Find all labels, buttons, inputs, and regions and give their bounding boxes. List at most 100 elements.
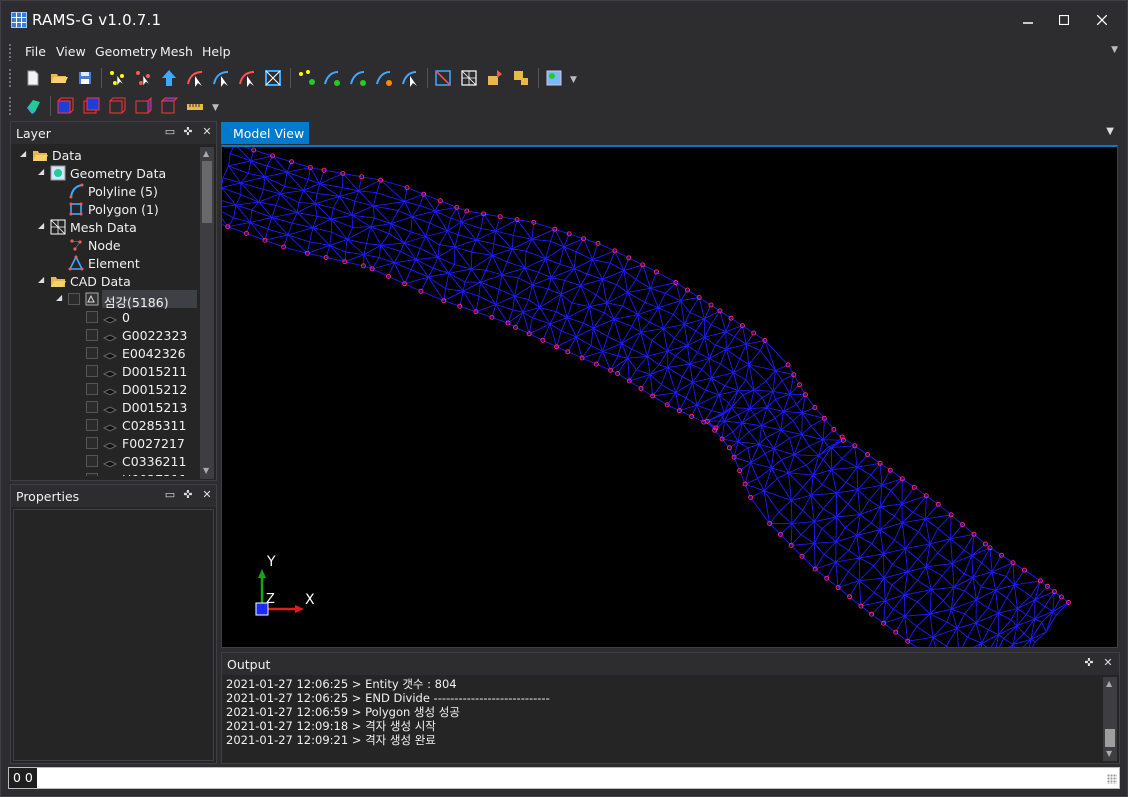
- view-left-icon[interactable]: [107, 96, 127, 116]
- menu-help[interactable]: Help: [202, 44, 231, 59]
- toolbar-overflow-icon[interactable]: ▼: [570, 75, 577, 85]
- polyline-edit-icon[interactable]: [211, 68, 231, 88]
- tree-item[interactable]: D0015211: [12, 362, 197, 380]
- point-deselect-icon[interactable]: [133, 68, 153, 88]
- toolbar-main: ▼: [8, 65, 598, 91]
- pin-icon[interactable]: ✜: [181, 488, 195, 502]
- curve-add-icon[interactable]: [348, 68, 368, 88]
- layer-checkbox[interactable]: [86, 455, 98, 467]
- panel-maximize-icon[interactable]: ▭: [163, 125, 177, 139]
- curve-edit-icon[interactable]: [374, 68, 394, 88]
- panel-maximize-icon[interactable]: ▭: [163, 488, 177, 502]
- pin-icon[interactable]: ✜: [1082, 656, 1096, 670]
- expand-arrow-icon[interactable]: ◢: [38, 221, 44, 230]
- menu-mesh[interactable]: Mesh: [160, 44, 193, 59]
- curve-move-icon[interactable]: [400, 68, 420, 88]
- scroll-thumb[interactable]: [1105, 729, 1115, 747]
- arrow-up-icon[interactable]: [159, 68, 179, 88]
- layer-checkbox[interactable]: [68, 293, 80, 305]
- layer-checkbox[interactable]: [86, 383, 98, 395]
- menu-file[interactable]: File: [25, 44, 46, 59]
- view-front-icon[interactable]: [55, 96, 75, 116]
- menu-geometry[interactable]: Geometry: [95, 44, 157, 59]
- model-view-canvas[interactable]: Y X Z: [221, 145, 1118, 648]
- polyline-join-icon[interactable]: [263, 68, 283, 88]
- layer-checkbox[interactable]: [86, 437, 98, 449]
- layer-checkbox[interactable]: [86, 347, 98, 359]
- scroll-up-icon[interactable]: ▲: [1106, 679, 1112, 688]
- tab-model-view[interactable]: Model View: [221, 122, 309, 144]
- layer-checkbox[interactable]: [86, 365, 98, 377]
- tree-item[interactable]: ◢ Geometry Data: [12, 164, 197, 182]
- tree-item[interactable]: F0027217: [12, 434, 197, 452]
- tree-item[interactable]: Polyline (5): [12, 182, 197, 200]
- tree-item[interactable]: H0027211: [12, 470, 197, 476]
- close-icon[interactable]: ✕: [1101, 656, 1115, 670]
- expand-arrow-icon[interactable]: ◢: [38, 167, 44, 176]
- layer-checkbox[interactable]: [86, 419, 98, 431]
- resize-grip-icon[interactable]: [1107, 774, 1117, 784]
- title-bar[interactable]: RAMS-G v1.0.7.1: [1, 1, 1127, 37]
- scroll-down-icon[interactable]: ▼: [203, 466, 209, 475]
- point-select-icon[interactable]: [107, 68, 127, 88]
- polyline-break-icon[interactable]: [237, 68, 257, 88]
- maximize-button[interactable]: [1045, 6, 1083, 34]
- layer-checkbox[interactable]: [86, 311, 98, 323]
- view-icon[interactable]: [544, 68, 564, 88]
- view-top-icon[interactable]: [159, 96, 179, 116]
- layer-checkbox[interactable]: [86, 473, 98, 476]
- save-icon[interactable]: [75, 68, 95, 88]
- tree-item-label: Element: [88, 256, 140, 271]
- scroll-thumb[interactable]: [202, 161, 212, 223]
- layer-scrollbar[interactable]: ▲ ▼: [200, 147, 214, 479]
- view-right-icon[interactable]: [133, 96, 153, 116]
- export-icon[interactable]: [511, 68, 531, 88]
- node-add-icon[interactable]: [322, 68, 342, 88]
- tree-item[interactable]: ◢ Data: [12, 146, 197, 164]
- tab-dropdown-icon[interactable]: ▼: [1106, 126, 1114, 137]
- menu-grip[interactable]: [8, 43, 12, 61]
- tree-item[interactable]: C0336211: [12, 452, 197, 470]
- close-button[interactable]: [1083, 6, 1121, 34]
- tree-item[interactable]: D0015213: [12, 398, 197, 416]
- scroll-up-icon[interactable]: ▲: [203, 149, 209, 158]
- open-folder-icon[interactable]: [49, 68, 69, 88]
- ruler-icon[interactable]: [185, 96, 205, 116]
- menu-view[interactable]: View: [56, 44, 86, 59]
- expand-arrow-icon[interactable]: ◢: [56, 293, 62, 302]
- view-back-icon[interactable]: [81, 96, 101, 116]
- layer-checkbox[interactable]: [86, 329, 98, 341]
- minimize-button[interactable]: [1009, 6, 1047, 34]
- close-icon[interactable]: ✕: [200, 488, 214, 502]
- tree-item[interactable]: D0015212: [12, 380, 197, 398]
- tree-item[interactable]: ◢ 섬강(5186): [12, 290, 197, 310]
- toolbar-overflow-icon[interactable]: ▼: [212, 103, 219, 113]
- expand-arrow-icon[interactable]: ◢: [20, 149, 26, 158]
- tree-item[interactable]: G0022323: [12, 326, 197, 344]
- mesh-drawing[interactable]: [222, 147, 1118, 648]
- tree-item[interactable]: ◢ Mesh Data: [12, 218, 197, 236]
- tree-item[interactable]: C0285311: [12, 416, 197, 434]
- scroll-down-icon[interactable]: ▼: [1106, 749, 1112, 758]
- import-icon[interactable]: [485, 68, 505, 88]
- tree-item[interactable]: 0: [12, 308, 197, 326]
- mesh-grid-icon[interactable]: [459, 68, 479, 88]
- tree-item[interactable]: E0042326: [12, 344, 197, 362]
- pin-icon[interactable]: ✜: [181, 125, 195, 139]
- new-file-icon[interactable]: [23, 68, 43, 88]
- close-icon[interactable]: ✕: [200, 125, 214, 139]
- menu-overflow-icon[interactable]: ▼: [1111, 45, 1118, 55]
- tree-item[interactable]: ◢ CAD Data: [12, 272, 197, 290]
- output-scrollbar[interactable]: ▲ ▼: [1103, 677, 1117, 761]
- expand-arrow-icon[interactable]: ◢: [38, 275, 44, 284]
- refresh-icon[interactable]: [23, 96, 43, 116]
- tree-item[interactable]: Element: [12, 254, 197, 272]
- toolbar-grip[interactable]: [8, 68, 12, 88]
- node-select-icon[interactable]: [296, 68, 316, 88]
- layer-checkbox[interactable]: [86, 401, 98, 413]
- tree-item[interactable]: Node: [12, 236, 197, 254]
- toolbar-grip[interactable]: [8, 96, 12, 116]
- polyline-select-icon[interactable]: [185, 68, 205, 88]
- mesh-fit-icon[interactable]: [433, 68, 453, 88]
- tree-item[interactable]: Polygon (1): [12, 200, 197, 218]
